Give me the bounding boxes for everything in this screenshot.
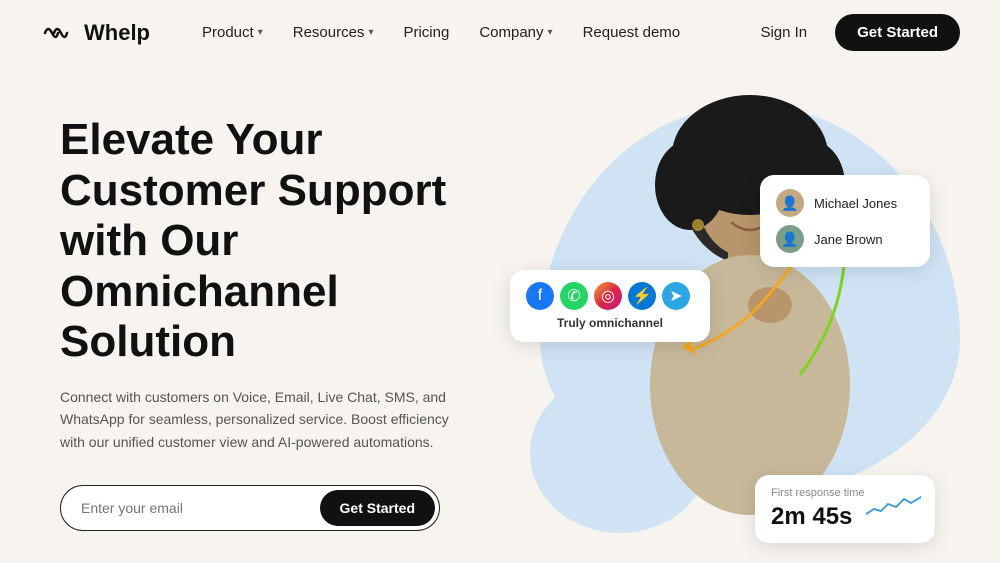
nav-links: Product ▾ Resources ▾ Pricing Company ▾ … [190,18,748,47]
users-card: 👤 Michael Jones 👤 Jane Brown [760,175,930,267]
user-avatar-2: 👤 [776,225,804,253]
user-row-1: 👤 Michael Jones [776,185,914,221]
brand-name: Whelp [84,20,150,46]
facebook-icon: f [526,282,554,310]
response-time-card: First response time 2m 45s [755,475,935,543]
user-name-2: Jane Brown [814,232,883,247]
user-name-1: Michael Jones [814,196,897,211]
telegram-icon: ➤ [662,282,690,310]
hero-visual: f ✆ ◎ ⚡ ➤ Truly omnichannel 👤 Michael Jo… [520,95,940,563]
sign-in-button[interactable]: Sign In [748,18,819,47]
user-avatar-1: 👤 [776,189,804,217]
hero-cta-button[interactable]: Get Started [320,490,435,526]
nav-pricing[interactable]: Pricing [391,18,461,47]
nav-company[interactable]: Company ▾ [467,18,564,47]
omnichannel-card: f ✆ ◎ ⚡ ➤ Truly omnichannel [510,270,710,342]
hero-content: Elevate Your Customer Support with Our O… [60,95,520,531]
get-started-nav-button[interactable]: Get Started [835,14,960,51]
chevron-down-icon: ▾ [548,27,553,38]
whatsapp-icon: ✆ [560,282,588,310]
hero-section: Elevate Your Customer Support with Our O… [0,65,1000,563]
nav-product[interactable]: Product ▾ [190,18,275,47]
user-row-2: 👤 Jane Brown [776,221,914,257]
hero-description: Connect with customers on Voice, Email, … [60,386,450,453]
email-input[interactable] [81,500,320,516]
logo[interactable]: Whelp [40,20,150,46]
nav-request-demo[interactable]: Request demo [571,18,693,47]
social-icons-row: f ✆ ◎ ⚡ ➤ [526,282,694,310]
messenger-icon: ⚡ [628,282,656,310]
chevron-down-icon: ▾ [258,27,263,38]
sparkline-chart [866,489,921,524]
instagram-icon: ◎ [594,282,622,310]
nav-resources[interactable]: Resources ▾ [281,18,386,47]
nav-actions: Sign In Get Started [748,14,960,51]
navbar: Whelp Product ▾ Resources ▾ Pricing Comp… [0,0,1000,65]
hero-title: Elevate Your Customer Support with Our O… [60,115,520,368]
omnichannel-label: Truly omnichannel [526,316,694,330]
email-form: Get Started [60,485,440,531]
chevron-down-icon: ▾ [368,27,373,38]
